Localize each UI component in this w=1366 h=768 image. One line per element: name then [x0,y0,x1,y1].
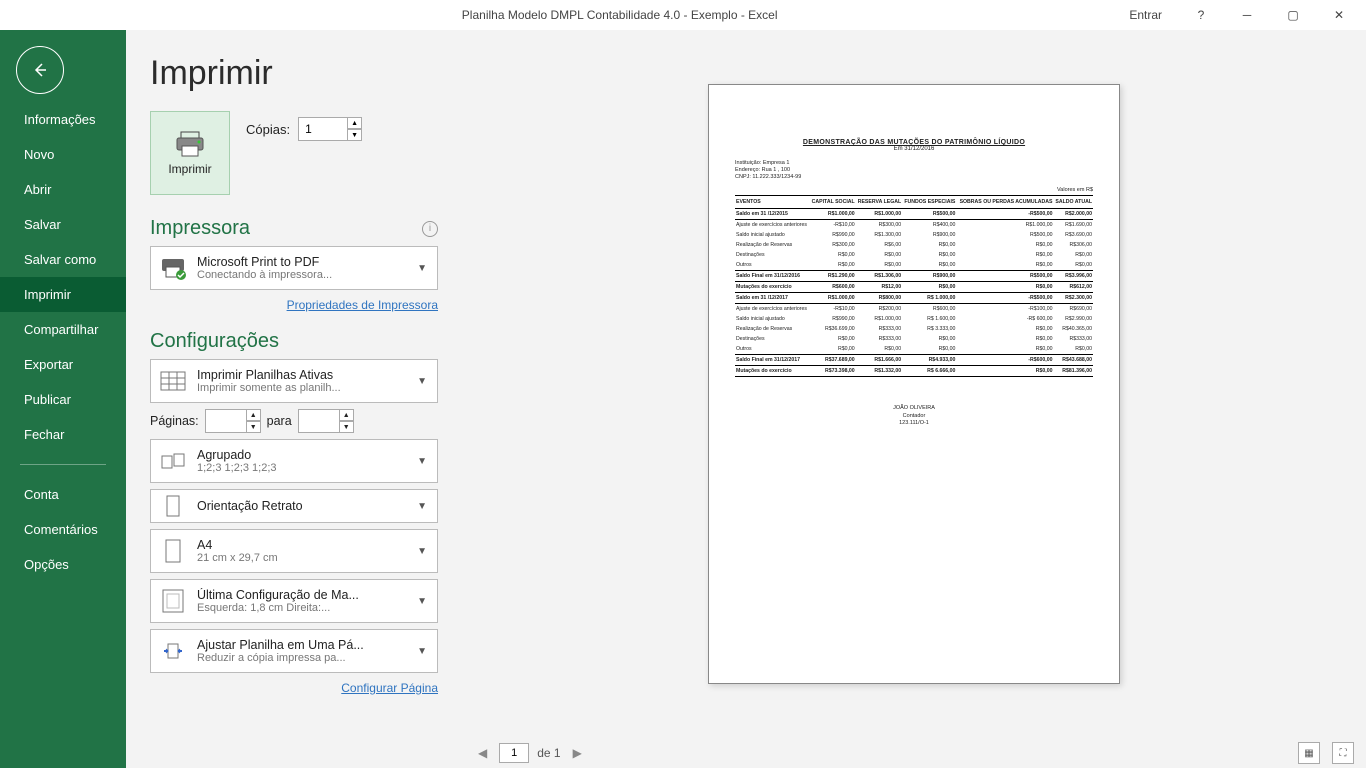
fit-icon [157,635,189,667]
sidebar-item-feedback[interactable]: Comentários [0,512,126,547]
close-button[interactable]: ✕ [1316,0,1362,30]
margins-icon [157,585,189,617]
show-margins-button[interactable]: ▦ [1298,742,1320,764]
pages-from-input[interactable] [205,409,247,433]
print-panel: Imprimir Imprimir Cópias: ▲▼ Impressora … [126,30,462,768]
report-title: DEMONSTRAÇÃO DAS MUTAÇÕES DO PATRIMÔNIO … [735,139,1093,146]
sign-in-link[interactable]: Entrar [1113,8,1178,22]
printer-name: Microsoft Print to PDF [197,255,405,269]
chevron-down-icon: ▼ [413,501,431,512]
orientation-dropdown[interactable]: Orientação Retrato ▼ [150,489,438,523]
sidebar-item-info[interactable]: Informações [0,102,126,137]
report-table: EVENTOSCAPITAL SOCIALRESERVA LEGALFUNDOS… [735,195,1093,377]
preview-footer: ◀ de 1 ▶ ▦ ⛶ [462,738,1366,768]
printer-icon [173,130,207,158]
portrait-icon [157,490,189,522]
paper-dropdown[interactable]: A4 21 cm x 29,7 cm ▼ [150,529,438,573]
sidebar-item-account[interactable]: Conta [0,477,126,512]
backstage-sidebar: Informações Novo Abrir Salvar Salvar com… [0,30,126,768]
zoom-to-page-button[interactable]: ⛶ [1332,742,1354,764]
chevron-down-icon: ▼ [413,376,431,387]
chevron-down-icon: ▼ [413,546,431,557]
page-number-input[interactable] [499,743,529,763]
chevron-down-icon: ▼ [413,456,431,467]
pages-to-label: para [267,414,292,428]
pages-from-spinner[interactable]: ▲▼ [205,409,261,433]
pages-to-spinner[interactable]: ▲▼ [298,409,354,433]
printer-status-icon [157,252,189,284]
chevron-down-icon: ▼ [413,646,431,657]
sidebar-item-new[interactable]: Novo [0,137,126,172]
collate-icon [157,445,189,477]
prev-page-button[interactable]: ◀ [474,746,491,760]
page-setup-link[interactable]: Configurar Página [341,681,438,695]
pages-label: Páginas: [150,414,199,428]
sidebar-item-options[interactable]: Opções [0,547,126,582]
paper-icon [157,535,189,567]
sidebar-item-publish[interactable]: Publicar [0,382,126,417]
print-button-label: Imprimir [168,162,211,176]
sidebar-item-share[interactable]: Compartilhar [0,312,126,347]
sidebar-item-close[interactable]: Fechar [0,417,126,452]
copies-up[interactable]: ▲ [348,117,362,129]
printer-status: Conectando à impressora... [197,269,405,281]
print-preview-pane: DEMONSTRAÇÃO DAS MUTAÇÕES DO PATRIMÔNIO … [462,30,1366,768]
copies-input[interactable] [298,117,348,141]
printer-section-title: Impressora i [150,217,438,240]
print-button[interactable]: Imprimir [150,111,230,195]
title-bar: Planilha Modelo DMPL Contabilidade 4.0 -… [0,0,1366,30]
report-meta: Instituição: Empresa 1 Endereço: Rua 1 ,… [735,160,1093,181]
arrow-left-icon [30,60,50,80]
copies-spinner[interactable]: ▲▼ [298,117,362,141]
settings-section-title: Configurações [150,330,438,353]
copies-label: Cópias: [246,122,290,137]
print-what-dropdown[interactable]: Imprimir Planilhas Ativas Imprimir somen… [150,359,438,403]
sidebar-item-print[interactable]: Imprimir [0,277,126,312]
chevron-down-icon: ▼ [413,596,431,607]
report-subtitle: Em 31/12/2016 [735,146,1093,152]
info-icon[interactable]: i [422,221,438,237]
copies-down[interactable]: ▼ [348,129,362,141]
page-title: Imprimir [150,54,438,93]
sidebar-item-open[interactable]: Abrir [0,172,126,207]
printer-dropdown[interactable]: Microsoft Print to PDF Conectando à impr… [150,246,438,290]
sidebar-divider [20,464,106,465]
report-currency: Valores em R$ [735,187,1093,193]
scaling-dropdown[interactable]: Ajustar Planilha em Uma Pá... Reduzir a … [150,629,438,673]
preview-page: DEMONSTRAÇÃO DAS MUTAÇÕES DO PATRIMÔNIO … [708,84,1120,684]
margins-dropdown[interactable]: Última Configuração de Ma... Esquerda: 1… [150,579,438,623]
report-signature: JOÃO OLIVEIRA Contador 123.111/O-1 [735,405,1093,426]
minimize-button[interactable]: ─ [1224,0,1270,30]
maximize-button[interactable]: ▢ [1270,0,1316,30]
page-total-label: de 1 [537,746,560,760]
sheets-icon [157,365,189,397]
back-button[interactable] [16,46,64,94]
sidebar-item-save[interactable]: Salvar [0,207,126,242]
sidebar-item-export[interactable]: Exportar [0,347,126,382]
chevron-down-icon: ▼ [413,263,431,274]
pages-to-input[interactable] [298,409,340,433]
next-page-button[interactable]: ▶ [569,746,586,760]
printer-properties-link[interactable]: Propriedades de Impressora [287,298,438,312]
sidebar-item-save-as[interactable]: Salvar como [0,242,126,277]
collate-dropdown[interactable]: Agrupado 1;2;3 1;2;3 1;2;3 ▼ [150,439,438,483]
help-button[interactable]: ? [1178,0,1224,30]
window-title: Planilha Modelo DMPL Contabilidade 4.0 -… [126,8,1113,22]
